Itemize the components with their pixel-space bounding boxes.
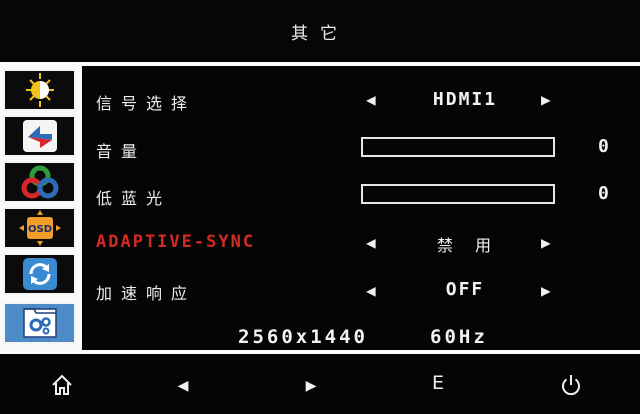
other-settings-icon — [22, 308, 57, 338]
image-settings-icon — [22, 120, 57, 152]
low-blue-light-label: 低蓝光 — [96, 189, 172, 208]
enter-button[interactable]: E — [423, 369, 453, 397]
sidebar-item-color[interactable] — [3, 161, 76, 203]
volume-label: 音量 — [96, 142, 147, 161]
adaptive-sync-value: 禁用 — [436, 236, 513, 255]
resolution-readout: 2560x1440 — [238, 326, 368, 348]
response-boost-prev-arrow[interactable]: ◀ — [366, 281, 376, 300]
menu-title: 其它 — [291, 23, 349, 44]
signal-prev-arrow[interactable]: ◀ — [366, 90, 376, 109]
refresh-rate-readout: 60Hz — [430, 326, 488, 348]
home-icon[interactable] — [47, 371, 77, 399]
svg-text:OSD: OSD — [27, 224, 51, 235]
power-icon[interactable] — [556, 371, 586, 399]
low-blue-light-slider[interactable] — [361, 184, 555, 204]
color-icon — [21, 165, 58, 199]
volume-slider[interactable] — [361, 137, 555, 157]
reset-icon — [22, 258, 57, 290]
adaptive-sync-prev-arrow[interactable]: ◀ — [366, 233, 376, 252]
volume-value: 0 — [598, 136, 609, 157]
osd-icon: OSD — [18, 210, 61, 246]
left-arrow-icon[interactable]: ◀ — [168, 371, 198, 399]
low-blue-light-value: 0 — [598, 183, 609, 204]
response-boost-next-arrow[interactable]: ▶ — [541, 281, 551, 300]
sidebar-item-osd[interactable]: OSD — [3, 207, 76, 249]
sidebar-item-other[interactable] — [3, 302, 76, 344]
signal-select-label: 信号选择 — [96, 94, 197, 113]
response-boost-value: OFF — [445, 279, 485, 300]
adaptive-sync-label: ADAPTIVE-SYNC — [96, 232, 256, 252]
sidebar-item-reset[interactable] — [3, 253, 76, 295]
sidebar-item-brightness[interactable] — [3, 69, 76, 111]
brightness-contrast-icon — [25, 73, 54, 107]
sidebar-item-image[interactable] — [3, 115, 76, 157]
response-boost-label: 加速响应 — [96, 284, 197, 303]
signal-select-value: HDMI1 — [432, 89, 498, 110]
adaptive-sync-next-arrow[interactable]: ▶ — [541, 233, 551, 252]
right-arrow-icon[interactable]: ▶ — [296, 371, 326, 399]
signal-next-arrow[interactable]: ▶ — [541, 90, 551, 109]
